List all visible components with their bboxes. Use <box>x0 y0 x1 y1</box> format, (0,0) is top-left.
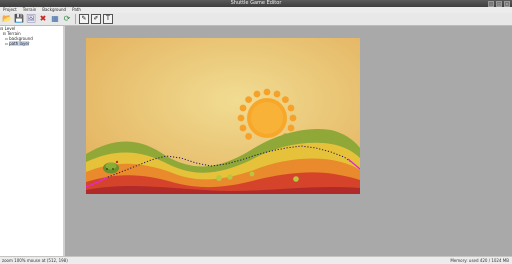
refresh-icon: ⟳ <box>63 14 71 23</box>
level-scene[interactable] <box>86 38 360 194</box>
toolbar: 📂 💾 🖼 ✖ ▦ ⟳ ✎ ✐ T <box>0 13 512 26</box>
save-button[interactable]: 💾 <box>14 14 24 24</box>
toolbar-separator <box>75 14 76 24</box>
delete-icon: ✖ <box>39 14 47 23</box>
grid-button[interactable]: ▦ <box>50 14 60 24</box>
window-title: Shuttle Game Editor <box>230 0 282 6</box>
image-icon: 🖼 <box>25 14 37 23</box>
pencil-icon: ✐ <box>93 15 99 22</box>
text-tool-button[interactable]: T <box>103 14 113 24</box>
tree-item-path-layer[interactable]: ▫ path layer <box>0 41 63 46</box>
tree-item-label: path layer <box>9 41 30 46</box>
pencil-tool-button[interactable]: ✐ <box>91 14 101 24</box>
delete-button[interactable]: ✖ <box>38 14 48 24</box>
level-artwork <box>86 38 360 194</box>
scene-tree: ⊟ Level ⊟ Terrain ▫ background ▫ path la… <box>0 26 64 256</box>
refresh-button[interactable]: ⟳ <box>62 14 72 24</box>
title-bar: Shuttle Game Editor – □ × <box>0 0 512 7</box>
pen-tool-button[interactable]: ✎ <box>79 14 89 24</box>
pen-icon: ✎ <box>81 15 87 22</box>
grid-icon: ▦ <box>51 14 59 23</box>
open-button[interactable]: 📂 <box>2 14 12 24</box>
image-button[interactable]: 🖼 <box>26 14 36 24</box>
open-icon: 📂 <box>2 14 12 23</box>
save-icon: 💾 <box>14 14 24 23</box>
text-icon: T <box>106 15 110 22</box>
